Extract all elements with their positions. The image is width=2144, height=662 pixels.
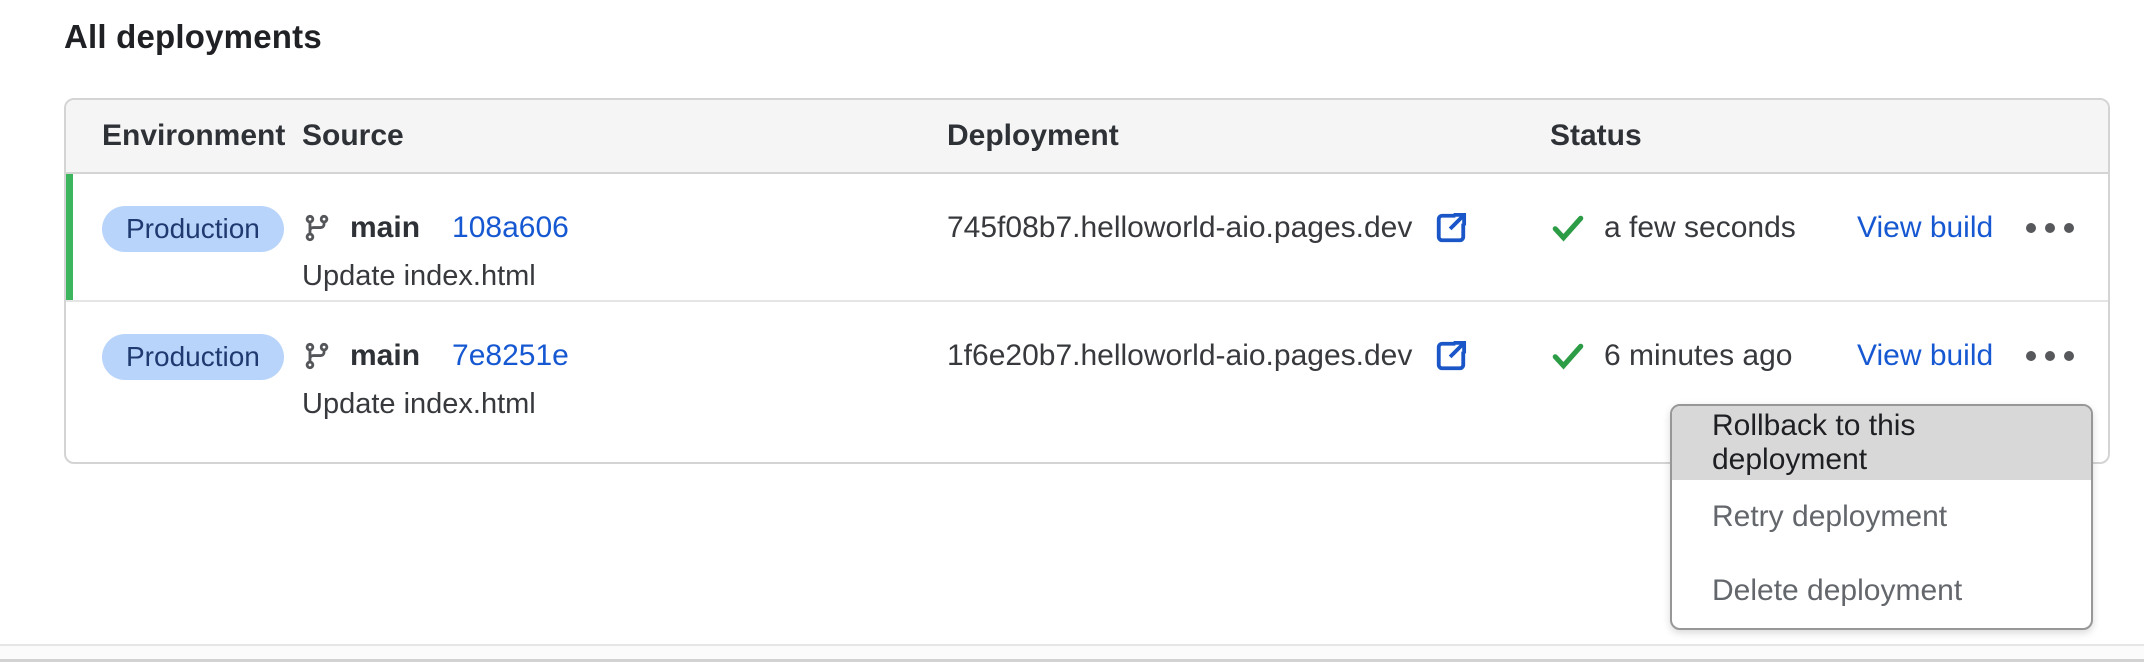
- ellipsis-icon[interactable]: [2022, 215, 2078, 241]
- source-cell: main 108a606 Update index.html: [302, 206, 947, 300]
- column-header-source: Source: [302, 119, 947, 153]
- status-time: 6 minutes ago: [1604, 339, 1792, 373]
- view-build-link[interactable]: View build: [1857, 211, 1993, 245]
- view-build-cell: View build: [1857, 206, 2022, 300]
- environment-badge: Production: [102, 334, 284, 380]
- environment-badge: Production: [102, 206, 284, 252]
- view-build-link[interactable]: View build: [1857, 339, 1993, 373]
- external-link-icon[interactable]: [1430, 335, 1472, 377]
- check-icon: [1550, 338, 1586, 374]
- deployment-context-menu: Rollback to this deployment Retry deploy…: [1670, 404, 2093, 630]
- deployment-cell: 1f6e20b7.helloworld-aio.pages.dev: [947, 334, 1550, 462]
- status-time: a few seconds: [1604, 211, 1796, 245]
- column-header-status: Status: [1550, 119, 1857, 153]
- check-icon: [1550, 210, 1586, 246]
- environment-cell: Production: [102, 334, 302, 462]
- deployment-cell: 745f08b7.helloworld-aio.pages.dev: [947, 206, 1550, 300]
- external-link-icon[interactable]: [1430, 207, 1472, 249]
- environment-cell: Production: [102, 206, 302, 300]
- ellipsis-icon[interactable]: [2022, 343, 2078, 369]
- git-branch-icon: [302, 213, 332, 243]
- column-header-environment: Environment: [102, 119, 302, 153]
- table-header-row: Environment Source Deployment Status: [66, 100, 2108, 174]
- branch-name: main: [350, 211, 420, 245]
- row-menu-cell: [2022, 206, 2108, 300]
- commit-message: Update index.html: [302, 388, 947, 421]
- source-cell: main 7e8251e Update index.html: [302, 334, 947, 462]
- deployment-url[interactable]: 1f6e20b7.helloworld-aio.pages.dev: [947, 339, 1412, 373]
- git-branch-icon: [302, 341, 332, 371]
- column-header-deployment: Deployment: [947, 119, 1550, 153]
- branch-name: main: [350, 339, 420, 373]
- page-title: All deployments: [64, 18, 322, 56]
- status-cell: a few seconds: [1550, 206, 1857, 300]
- menu-item-delete[interactable]: Delete deployment: [1672, 554, 2091, 628]
- commit-message: Update index.html: [302, 260, 947, 293]
- page-bottom-divider: [0, 644, 2144, 662]
- deployment-url[interactable]: 745f08b7.helloworld-aio.pages.dev: [947, 211, 1412, 245]
- menu-item-retry[interactable]: Retry deployment: [1672, 480, 2091, 554]
- current-deployment-indicator: [66, 174, 73, 300]
- menu-item-rollback[interactable]: Rollback to this deployment: [1672, 406, 2091, 480]
- deployment-row: Production main 108a606 Update index.htm…: [66, 174, 2108, 300]
- commit-link[interactable]: 7e8251e: [452, 339, 569, 373]
- commit-link[interactable]: 108a606: [452, 211, 569, 245]
